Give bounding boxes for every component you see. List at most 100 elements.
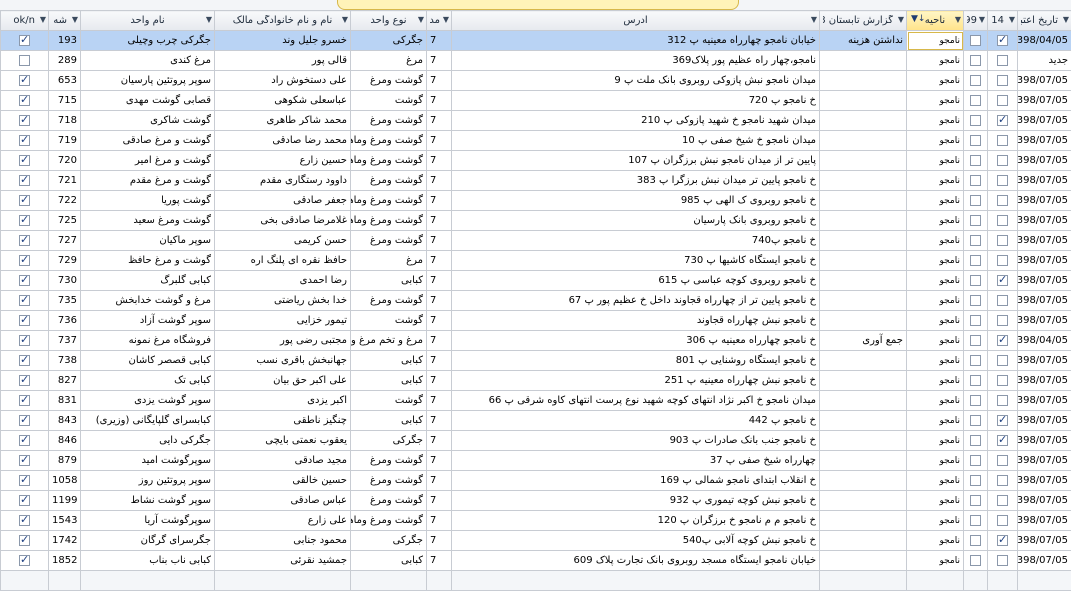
cell-md[interactable]: 7 <box>427 391 452 411</box>
table-row[interactable]: 846جگرکی دایییعقوب نعمتی بایچیجگرکی7خ نا… <box>1 431 1071 451</box>
cell-14-checkbox[interactable] <box>988 151 1018 171</box>
col-header-type[interactable]: نوع واحد▼ <box>351 11 427 31</box>
checkbox[interactable] <box>19 295 30 306</box>
cell-md[interactable]: 7 <box>427 131 452 151</box>
cell-14-checkbox[interactable] <box>988 231 1018 251</box>
checkbox[interactable] <box>970 255 981 266</box>
cell-owner[interactable]: محمود جنابی <box>215 531 351 551</box>
cell-report[interactable] <box>820 411 907 431</box>
checkbox[interactable] <box>970 235 981 246</box>
cell-owner[interactable]: عباس صادقی <box>215 491 351 511</box>
checkbox[interactable] <box>970 395 981 406</box>
table-row[interactable]: 1852کبابی ناب بنابجمشید نقرئیکبابی7خیابا… <box>1 551 1071 571</box>
cell-date[interactable]: 1398/07/05 <box>1018 171 1071 191</box>
checkbox[interactable] <box>997 395 1008 406</box>
new-record-cell[interactable] <box>351 571 427 591</box>
checkbox[interactable] <box>970 355 981 366</box>
cell-14-checkbox[interactable] <box>988 511 1018 531</box>
cell-nahie[interactable]: نامجو <box>907 491 964 511</box>
cell-date[interactable]: 1398/04/05 <box>1018 31 1071 51</box>
cell-99-checkbox[interactable] <box>964 71 988 91</box>
cell-owner[interactable]: علی دستخوش راد <box>215 71 351 91</box>
checkbox[interactable] <box>970 115 981 126</box>
cell-report[interactable] <box>820 311 907 331</box>
checkbox[interactable] <box>997 315 1008 326</box>
checkbox[interactable] <box>970 135 981 146</box>
cell-owner[interactable]: علی اکبر حق بیان <box>215 371 351 391</box>
checkbox[interactable] <box>997 155 1008 166</box>
cell-99-checkbox[interactable] <box>964 531 988 551</box>
cell-nahie[interactable]: نامجو <box>907 191 964 211</box>
cell-14-checkbox[interactable] <box>988 51 1018 71</box>
cell-owner[interactable]: تیمور خزایی <box>215 311 351 331</box>
cell-nahie[interactable]: نامجو <box>907 411 964 431</box>
cell-14-checkbox[interactable] <box>988 291 1018 311</box>
cell-owner[interactable]: مجتبی رضی پور <box>215 331 351 351</box>
cell-sh[interactable]: 737 <box>49 331 81 351</box>
cell-owner[interactable]: علی زارع <box>215 511 351 531</box>
cell-ok-checkbox[interactable] <box>1 331 49 351</box>
checkbox[interactable] <box>997 375 1008 386</box>
cell-type[interactable]: گوشت <box>351 391 427 411</box>
cell-date[interactable]: 1398/07/05 <box>1018 211 1071 231</box>
checkbox[interactable] <box>19 315 30 326</box>
cell-md[interactable]: 7 <box>427 551 452 571</box>
table-row[interactable]: 727سوپر ماکیانحسن کریمیگوشت ومرغ7خ نامجو… <box>1 231 1071 251</box>
cell-nahie[interactable]: نامجو <box>907 91 964 111</box>
cell-sh[interactable]: 725 <box>49 211 81 231</box>
checkbox[interactable] <box>19 135 30 146</box>
cell-type[interactable]: کبابی <box>351 351 427 371</box>
cell-name[interactable]: سوپرگوشت آریا <box>81 511 215 531</box>
cell-nahie[interactable]: نامجو <box>907 111 964 131</box>
cell-nahie[interactable]: نامجو <box>907 311 964 331</box>
cell-ok-checkbox[interactable] <box>1 311 49 331</box>
checkbox[interactable] <box>997 95 1008 106</box>
table-row[interactable]: 193جگرکی چرب وچیلیخسرو جلیل وندجگرکی7خیا… <box>1 31 1071 51</box>
cell-99-checkbox[interactable] <box>964 551 988 571</box>
cell-nahie[interactable]: نامجو <box>907 551 964 571</box>
checkbox[interactable] <box>19 555 30 566</box>
cell-owner[interactable]: خدا بخش ریاضتی <box>215 291 351 311</box>
cell-report[interactable] <box>820 491 907 511</box>
cell-nahie[interactable]: نامجو <box>907 531 964 551</box>
table-row[interactable]: 1058سوپر پروتئین روزحسین خالقیگوشت ومرغ7… <box>1 471 1071 491</box>
cell-nahie[interactable]: نامجو <box>907 151 964 171</box>
table-row[interactable]: 720گوشت و مرغ امیرحسین زارعگوشت ومرغ وما… <box>1 151 1071 171</box>
cell-nahie[interactable]: نامجو <box>907 431 964 451</box>
cell-nahie[interactable]: نامجو <box>907 291 964 311</box>
new-record-cell[interactable] <box>964 571 988 591</box>
cell-type[interactable]: گوشت ومرغ وماهی <box>351 511 427 531</box>
cell-owner[interactable]: عباسعلی شکوهی <box>215 91 351 111</box>
table-row[interactable]: 1742جگرسرای گرگانمحمود جنابیجگرکی7خ نامج… <box>1 531 1071 551</box>
cell-name[interactable]: جگرسرای گرگان <box>81 531 215 551</box>
table-row[interactable]: 730کبابی گلبرگرضا احمدیکبابی7خ نامجو روب… <box>1 271 1071 291</box>
new-record-cell[interactable] <box>907 571 964 591</box>
cell-report[interactable] <box>820 291 907 311</box>
cell-date[interactable]: جدید <box>1018 51 1071 71</box>
cell-type[interactable]: مرغ و تخم مرغ و ماهی <box>351 331 427 351</box>
cell-date[interactable]: 1398/07/05 <box>1018 471 1071 491</box>
new-record-cell[interactable] <box>820 571 907 591</box>
cell-md[interactable]: 7 <box>427 151 452 171</box>
cell-address[interactable]: خ نامجو روبروی کوچه عباسی پ 615 <box>452 271 820 291</box>
cell-ok-checkbox[interactable] <box>1 351 49 371</box>
cell-date[interactable]: 1398/07/05 <box>1018 71 1071 91</box>
checkbox[interactable] <box>970 175 981 186</box>
new-record-cell[interactable] <box>81 571 215 591</box>
cell-name[interactable]: کبابسرای گلپایگانی (وزیری) <box>81 411 215 431</box>
cell-14-checkbox[interactable] <box>988 271 1018 291</box>
cell-address[interactable]: خ نامجو م م نامجو خ برزگران پ 120 <box>452 511 820 531</box>
cell-report[interactable] <box>820 71 907 91</box>
new-record-cell[interactable] <box>1 571 49 591</box>
cell-ok-checkbox[interactable] <box>1 211 49 231</box>
cell-name[interactable]: کبابی تک <box>81 371 215 391</box>
cell-owner[interactable]: رضا احمدی <box>215 271 351 291</box>
cell-name[interactable]: گوشت و مرغ حافظ <box>81 251 215 271</box>
cell-99-checkbox[interactable] <box>964 391 988 411</box>
dropdown-arrow-icon[interactable]: ▼ <box>342 15 348 24</box>
col-header-name[interactable]: نام واحد▼ <box>81 11 215 31</box>
cell-name[interactable]: گوشت شاکری <box>81 111 215 131</box>
cell-ok-checkbox[interactable] <box>1 151 49 171</box>
cell-99-checkbox[interactable] <box>964 511 988 531</box>
table-row[interactable]: 738کبابی قصصر کاشانجهانبخش باقری نسبکباب… <box>1 351 1071 371</box>
